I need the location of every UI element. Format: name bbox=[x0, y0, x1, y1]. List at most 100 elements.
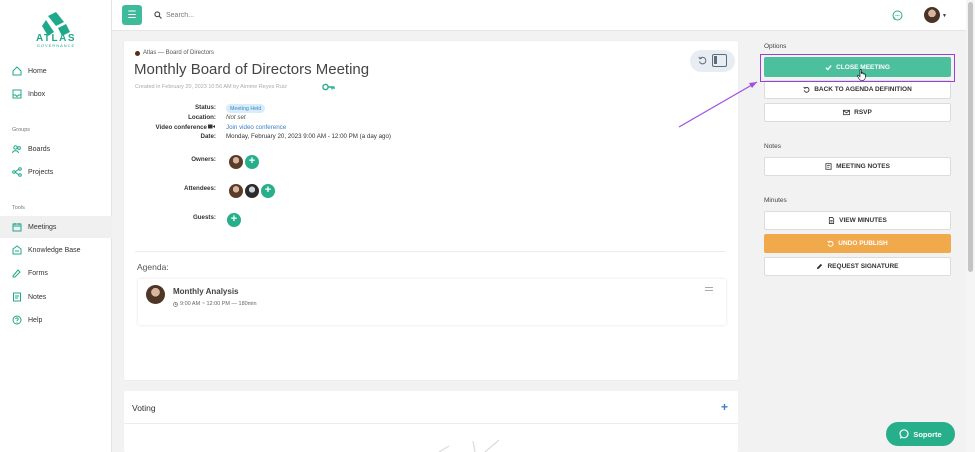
scrollbar[interactable] bbox=[966, 0, 975, 452]
projects-icon bbox=[12, 167, 22, 177]
meeting-card: Atlas — Board of Directors Monthly Board… bbox=[124, 41, 738, 380]
status-label: Status: bbox=[195, 104, 216, 111]
search-icon bbox=[154, 11, 162, 19]
sidebar-item-label: Boards bbox=[28, 145, 51, 153]
undo-publish-label: UNDO PUBLISH bbox=[838, 240, 888, 247]
sidebar-item-label: Meetings bbox=[28, 223, 57, 231]
inbox-icon bbox=[12, 89, 22, 99]
clock-icon bbox=[173, 301, 178, 307]
meeting-notes-label: MEETING NOTES bbox=[836, 163, 890, 170]
document-icon bbox=[829, 217, 835, 224]
note-icon bbox=[825, 163, 832, 170]
view-minutes-button[interactable]: VIEW MINUTES bbox=[764, 211, 951, 230]
request-signature-label: REQUEST SIGNATURE bbox=[827, 263, 899, 270]
history-icon[interactable] bbox=[698, 56, 707, 65]
view-toggle[interactable] bbox=[690, 50, 735, 72]
sidebar-item-label: Projects bbox=[28, 168, 54, 176]
top-bar: ☰ ▼ bbox=[112, 0, 975, 31]
guests-label: Guests: bbox=[192, 214, 216, 221]
help-icon bbox=[12, 315, 22, 325]
owner-avatar[interactable] bbox=[229, 155, 243, 169]
minutes-heading: Minutes bbox=[764, 197, 787, 204]
sidebar-item-home[interactable]: Home bbox=[0, 60, 112, 82]
calendar-icon bbox=[12, 223, 22, 232]
back-to-agenda-label: BACK TO AGENDA DEFINITION bbox=[814, 86, 912, 93]
options-heading: Options bbox=[764, 43, 787, 50]
presenter-avatar bbox=[146, 285, 165, 304]
date-value: Monday, February 20, 2023 9:00 AM - 12:0… bbox=[226, 133, 391, 140]
key-icon[interactable] bbox=[322, 83, 335, 91]
agenda-item-time: 9:00 AM ~ 12:00 PM — 180min bbox=[173, 301, 257, 307]
video-label: Video conference bbox=[155, 124, 207, 131]
page-title: Monthly Board of Directors Meeting bbox=[134, 61, 370, 78]
meeting-notes-button[interactable]: MEETING NOTES bbox=[764, 157, 951, 176]
sidebar-item-inbox[interactable]: Inbox bbox=[0, 83, 112, 105]
sidebar-item-projects[interactable]: Projects bbox=[0, 161, 112, 183]
undo-publish-button[interactable]: UNDO PUBLISH bbox=[764, 234, 951, 253]
search-input[interactable] bbox=[166, 8, 366, 23]
attendee-avatar[interactable] bbox=[245, 184, 259, 198]
add-guest-button[interactable]: + bbox=[227, 213, 241, 227]
back-to-agenda-button[interactable]: BACK TO AGENDA DEFINITION bbox=[764, 80, 951, 99]
sidebar: ATLAS GOVERNANCE Home Inbox Groups Board… bbox=[0, 0, 112, 452]
sidebar-item-help[interactable]: Help bbox=[0, 309, 112, 331]
rsvp-label: RSVP bbox=[854, 109, 872, 116]
scrollbar-thumb[interactable] bbox=[968, 2, 973, 272]
panel-icon[interactable] bbox=[712, 54, 727, 67]
agenda-heading: Agenda: bbox=[137, 262, 169, 272]
attendees-label: Attendees: bbox=[184, 185, 216, 192]
pen-icon bbox=[817, 263, 823, 270]
notes-heading: Notes bbox=[764, 143, 781, 150]
menu-toggle-button[interactable]: ☰ bbox=[122, 5, 142, 25]
voting-title: Voting bbox=[132, 403, 156, 413]
sidebar-item-label: Notes bbox=[28, 293, 47, 301]
tools-heading: Tools bbox=[12, 205, 25, 211]
breadcrumb-text: Atlas — Board of Directors bbox=[143, 50, 215, 56]
undo-icon bbox=[803, 86, 810, 93]
add-attendee-button[interactable]: + bbox=[261, 184, 275, 198]
caret-down-icon[interactable]: ▼ bbox=[942, 13, 947, 19]
view-minutes-label: VIEW MINUTES bbox=[839, 217, 887, 224]
sidebar-item-notes[interactable]: Notes bbox=[0, 286, 112, 308]
agenda-item-title: Monthly Analysis bbox=[173, 287, 239, 296]
board-dot-icon bbox=[135, 50, 140, 56]
owners-label: Owners: bbox=[191, 156, 216, 163]
undo-icon bbox=[827, 240, 834, 247]
support-button[interactable]: Soporte bbox=[886, 422, 955, 446]
sidebar-item-label: Inbox bbox=[28, 90, 46, 98]
sidebar-item-label: Forms bbox=[28, 269, 48, 277]
request-signature-button[interactable]: REQUEST SIGNATURE bbox=[764, 257, 951, 276]
attendee-avatar[interactable] bbox=[229, 184, 243, 198]
add-owner-button[interactable]: + bbox=[245, 155, 259, 169]
knowledge-icon bbox=[12, 245, 22, 255]
add-vote-button[interactable]: + bbox=[721, 400, 728, 414]
empty-state-illustration-icon bbox=[438, 439, 500, 452]
location-label: Location: bbox=[188, 114, 216, 121]
date-label: Date: bbox=[200, 133, 216, 140]
groups-heading: Groups bbox=[12, 127, 31, 133]
brand-tagline: GOVERNANCE bbox=[36, 43, 76, 48]
video-conference-link[interactable]: Join video conference bbox=[226, 124, 286, 131]
agenda-item[interactable]: Monthly Analysis 9:00 AM ~ 12:00 PM — 18… bbox=[138, 279, 726, 325]
sidebar-item-forms[interactable]: Forms bbox=[0, 262, 112, 284]
agenda-time-text: 9:00 AM ~ 12:00 PM — 180min bbox=[180, 301, 257, 307]
rsvp-button[interactable]: RSVP bbox=[764, 103, 951, 122]
sidebar-item-boards[interactable]: Boards bbox=[0, 138, 112, 160]
voting-header: Voting + bbox=[124, 391, 738, 424]
sidebar-item-label: Help bbox=[28, 316, 43, 324]
breadcrumb[interactable]: Atlas — Board of Directors bbox=[135, 50, 214, 56]
sidebar-item-meetings[interactable]: Meetings bbox=[0, 216, 112, 238]
sidebar-item-knowledge-base[interactable]: Knowledge Base bbox=[0, 239, 112, 261]
location-value: Not set bbox=[226, 114, 246, 121]
divider bbox=[135, 251, 726, 252]
voting-card: Voting + bbox=[124, 391, 738, 452]
sidebar-item-label: Knowledge Base bbox=[28, 246, 81, 254]
forms-icon bbox=[12, 269, 21, 278]
drag-handle-icon[interactable] bbox=[705, 287, 713, 291]
envelope-icon bbox=[843, 109, 851, 116]
users-icon bbox=[12, 145, 21, 154]
user-avatar[interactable] bbox=[924, 7, 940, 23]
support-label: Soporte bbox=[913, 429, 942, 439]
hamburger-icon: ☰ bbox=[127, 9, 137, 21]
chat-icon[interactable] bbox=[892, 10, 903, 21]
